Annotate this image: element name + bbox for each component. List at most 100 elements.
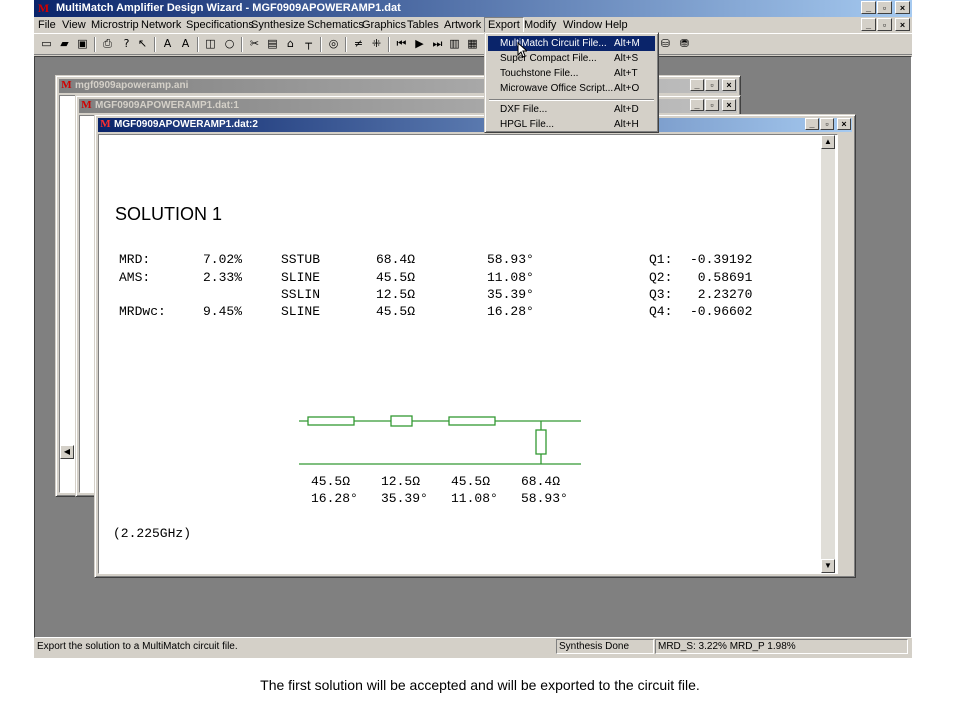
- menu-graphics[interactable]: Graphics: [359, 17, 409, 33]
- tool-b-icon[interactable]: ▦: [464, 36, 481, 52]
- export-touchstone-item[interactable]: Touchstone File... Alt+T: [488, 66, 655, 81]
- new-file-icon[interactable]: ▭: [38, 36, 55, 52]
- tool-a-icon[interactable]: ▥: [446, 36, 463, 52]
- print-icon[interactable]: ⎙: [99, 36, 116, 52]
- menu-export[interactable]: Export: [484, 17, 524, 33]
- close-button[interactable]: ×: [895, 1, 910, 14]
- close-button[interactable]: ×: [722, 79, 736, 91]
- circle-icon[interactable]: ○: [221, 36, 238, 52]
- window-title: MGF0909APOWERAMP1.dat:2: [114, 119, 258, 130]
- mdi-restore-button[interactable]: ▫: [877, 18, 892, 31]
- menu-item-shortcut: Alt+O: [614, 83, 640, 94]
- schematic-angle-label: 11.08°: [451, 491, 498, 506]
- layout-icon[interactable]: ⁜: [368, 36, 385, 52]
- last-icon[interactable]: ⏭: [429, 36, 446, 52]
- status-message: Export the solution to a MultiMatch circ…: [37, 641, 238, 652]
- q-value: 2.23270: [690, 287, 753, 302]
- sslin-element: [390, 415, 413, 427]
- font-a-italic-icon[interactable]: A: [177, 36, 194, 52]
- menu-item-shortcut: Alt+H: [614, 119, 639, 130]
- app-titlebar[interactable]: M MultiMatch Amplifier Design Wizard - M…: [34, 0, 912, 17]
- menu-schematics[interactable]: Schematics: [304, 17, 367, 33]
- menu-specifications[interactable]: Specifications: [183, 17, 257, 33]
- mdi-minimize-button[interactable]: _: [861, 18, 876, 31]
- metric-name: MRDwc:: [119, 304, 166, 319]
- maximize-button[interactable]: ▫: [820, 118, 834, 130]
- export-mwo-script-item[interactable]: Microwave Office Script... Alt+O: [488, 81, 655, 96]
- menu-view[interactable]: View: [59, 17, 89, 33]
- mouse-cursor-icon: [517, 42, 527, 58]
- open-folder-icon[interactable]: ▰: [56, 36, 73, 52]
- copy-icon[interactable]: ▤: [264, 36, 281, 52]
- sstub-element: [535, 429, 547, 455]
- export-multimatch-item[interactable]: MultiMatch Circuit File... Alt+M: [488, 36, 655, 51]
- export-tool-b-icon[interactable]: ⛃: [676, 36, 693, 52]
- menu-artwork[interactable]: Artwork: [441, 17, 484, 33]
- font-a-icon[interactable]: A: [159, 36, 176, 52]
- help-icon[interactable]: ?: [118, 36, 135, 52]
- horizontal-scrollbar[interactable]: ◀: [60, 445, 74, 459]
- element-impedance: 45.5Ω: [376, 270, 416, 285]
- element-type: SSTUB: [281, 252, 321, 267]
- menu-microstrip[interactable]: Microstrip: [88, 17, 142, 33]
- export-dxf-item[interactable]: DXF File... Alt+D: [488, 102, 655, 117]
- cut-icon[interactable]: ✂: [246, 36, 263, 52]
- menu-file[interactable]: File: [35, 17, 59, 33]
- window-title: MGF0909APOWERAMP1.dat:1: [95, 100, 239, 111]
- menu-window[interactable]: Window: [560, 17, 605, 33]
- minimize-button[interactable]: _: [805, 118, 819, 130]
- component-icon[interactable]: ◫: [202, 36, 219, 52]
- element-impedance: 45.5Ω: [376, 304, 416, 319]
- next-icon[interactable]: ▶: [411, 36, 428, 52]
- menu-item-shortcut: Alt+T: [614, 68, 638, 79]
- scroll-left-button[interactable]: ◀: [60, 445, 74, 459]
- scroll-up-button[interactable]: ▲: [821, 135, 835, 149]
- export-tool-a-icon[interactable]: ⛁: [657, 36, 674, 52]
- app-title: MultiMatch Amplifier Design Wizard - MGF…: [56, 2, 401, 14]
- target-icon[interactable]: ◎: [325, 36, 342, 52]
- scroll-down-button[interactable]: ▼: [821, 559, 835, 573]
- minimize-button[interactable]: _: [690, 99, 704, 111]
- menu-tables[interactable]: Tables: [404, 17, 442, 33]
- save-icon[interactable]: ▣: [74, 36, 91, 52]
- q-name: Q2:: [649, 270, 673, 285]
- menu-network[interactable]: Network: [138, 17, 184, 33]
- tree-icon[interactable]: ┬: [300, 36, 317, 52]
- menu-synthesize[interactable]: Synthesize: [248, 17, 308, 33]
- export-hpgl-item[interactable]: HPGL File... Alt+H: [488, 117, 655, 132]
- window-title: mgf0909apoweramp.ani: [75, 80, 189, 91]
- network-icon[interactable]: ⌂: [282, 36, 299, 52]
- status-state: Synthesis Done: [556, 639, 654, 654]
- menu-modify[interactable]: Modify: [521, 17, 559, 33]
- menu-help[interactable]: Help: [602, 17, 631, 33]
- first-icon[interactable]: ⏮: [393, 36, 410, 52]
- mdi-client-area: M mgf0909apoweramp.ani _ ▫ × ◀ M MGF0909…: [34, 56, 912, 638]
- maximize-button[interactable]: ▫: [705, 99, 719, 111]
- mdi-close-button[interactable]: ×: [895, 18, 910, 31]
- export-menu: MultiMatch Circuit File... Alt+M Super C…: [484, 32, 659, 133]
- schematic-impedance-label: 45.5Ω: [311, 474, 351, 489]
- frequency-label: (2.225GHz): [113, 526, 192, 541]
- maximize-button[interactable]: ▫: [705, 79, 719, 91]
- q-value: -0.39192: [690, 252, 753, 267]
- minimize-button[interactable]: _: [690, 79, 704, 91]
- status-mrd: MRD_S: 3.22% MRD_P 1.98%: [655, 639, 908, 654]
- window-logo-icon: M: [100, 118, 111, 130]
- menu-item-shortcut: Alt+S: [614, 53, 639, 64]
- window-solution-2[interactable]: M MGF0909APOWERAMP1.dat:2 _ ▫ × SOLUTION…: [94, 114, 856, 578]
- q-name: Q3:: [649, 287, 673, 302]
- sline-element-2: [448, 416, 496, 426]
- context-help-icon[interactable]: ↖: [134, 36, 151, 52]
- menu-item-label: MultiMatch Circuit File...: [500, 38, 607, 49]
- close-button[interactable]: ×: [722, 99, 736, 111]
- close-button[interactable]: ×: [837, 118, 851, 130]
- element-angle: 16.28°: [487, 304, 534, 319]
- menu-item-label: HPGL File...: [500, 119, 555, 130]
- export-supercompact-item[interactable]: Super Compact File... Alt+S: [488, 51, 655, 66]
- element-type: SLINE: [281, 270, 321, 285]
- maximize-button[interactable]: ▫: [877, 1, 892, 14]
- sline-element-1: [307, 416, 355, 426]
- vertical-scrollbar[interactable]: ▲ ▼: [821, 135, 835, 573]
- tune-icon[interactable]: ≠: [350, 36, 367, 52]
- minimize-button[interactable]: _: [861, 1, 876, 14]
